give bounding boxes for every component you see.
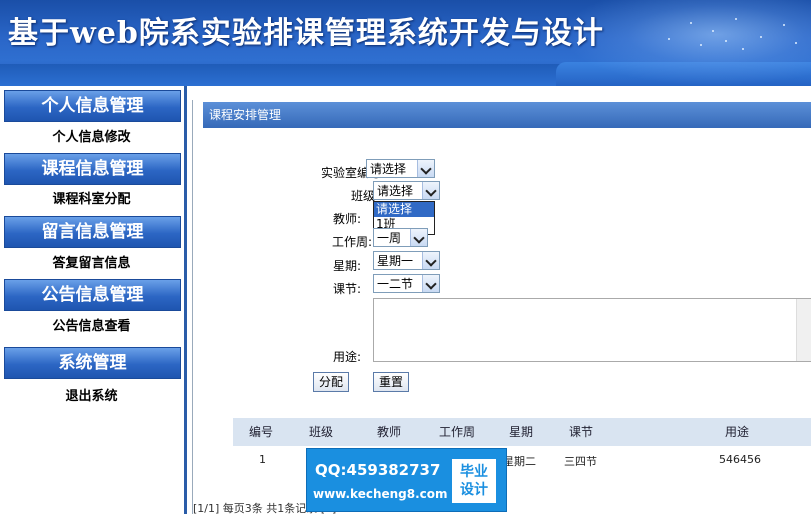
textarea-scrollbar[interactable]	[796, 299, 811, 361]
period-select-value: 一二节	[377, 277, 414, 291]
sidebar-heading-system[interactable]: 系统管理	[4, 347, 181, 379]
cell-day: 星期二	[503, 455, 536, 468]
chevron-down-icon	[417, 160, 434, 177]
col-purpose: 用途	[725, 425, 750, 439]
app-title: 基于web院系实验排课管理系统开发与设计	[8, 16, 604, 51]
cell-purpose: 546456	[719, 453, 761, 466]
sidebar-heading-notice[interactable]: 公告信息管理	[4, 279, 181, 311]
purpose-label: 用途:	[332, 350, 361, 364]
purpose-textarea[interactable]	[373, 298, 811, 362]
lab-select[interactable]: 请选择	[366, 159, 435, 178]
badge-line1: 毕业	[460, 464, 488, 480]
chevron-down-icon	[422, 252, 439, 269]
day-select-value: 星期一	[377, 254, 414, 268]
watermark-overlay: QQ:459382737 www.kecheng8.com 毕业 设计	[306, 448, 507, 512]
sidebar-item-notice-view[interactable]: 公告信息查看	[4, 315, 179, 339]
day-select[interactable]: 星期一	[373, 251, 440, 270]
panel-title: 课程安排管理	[203, 102, 811, 128]
col-class: 班级	[309, 425, 334, 439]
sidebar-heading-personal[interactable]: 个人信息管理	[4, 90, 181, 122]
week-select[interactable]: 一周	[373, 228, 428, 247]
reset-button[interactable]: 重置	[373, 372, 409, 392]
sidebar-heading-course[interactable]: 课程信息管理	[4, 153, 181, 185]
week-select-value: 一周	[377, 231, 402, 245]
sidebar: 个人信息管理 个人信息修改 课程信息管理 课程科室分配 留言信息管理 答复留言信…	[0, 86, 187, 514]
cell-id: 1	[259, 453, 266, 466]
period-label: 课节:	[332, 282, 361, 296]
class-select[interactable]: 请选择	[373, 181, 440, 200]
watermark-qq: QQ:459382737	[315, 461, 441, 479]
col-teacher: 教师	[377, 425, 402, 439]
assign-button[interactable]: 分配	[313, 372, 349, 392]
period-select[interactable]: 一二节	[373, 274, 440, 293]
sidebar-item-reply-message[interactable]: 答复留言信息	[4, 252, 179, 276]
header-banner: 基于web院系实验排课管理系统开发与设计	[0, 0, 811, 86]
teacher-label: 教师:	[332, 212, 361, 226]
week-label: 工作周:	[331, 235, 372, 249]
badge-line2: 设计	[460, 482, 488, 498]
watermark-badge: 毕业 设计	[452, 459, 496, 503]
day-label: 星期:	[332, 259, 361, 273]
cell-period: 三四节	[564, 455, 597, 468]
chevron-down-icon	[422, 182, 439, 199]
chevron-down-icon	[422, 275, 439, 292]
col-period: 课节	[569, 425, 594, 439]
sidebar-heading-message[interactable]: 留言信息管理	[4, 216, 181, 248]
class-label: 班级:	[350, 189, 379, 203]
class-select-value: 请选择	[377, 184, 414, 198]
table-header: 编号 班级 教师 工作周 星期 课节 用途	[233, 418, 811, 446]
sidebar-item-personal-edit[interactable]: 个人信息修改	[4, 126, 179, 150]
col-week: 工作周	[439, 425, 476, 439]
chevron-down-icon	[410, 229, 427, 246]
class-option-select[interactable]: 请选择	[374, 202, 434, 217]
sidebar-item-logout[interactable]: 退出系统	[4, 385, 179, 409]
col-id: 编号	[249, 425, 274, 439]
watermark-url: www.kecheng8.com	[313, 487, 448, 501]
lab-select-value: 请选择	[370, 162, 407, 176]
col-day: 星期	[509, 425, 534, 439]
sidebar-item-course-assign[interactable]: 课程科室分配	[4, 188, 179, 212]
